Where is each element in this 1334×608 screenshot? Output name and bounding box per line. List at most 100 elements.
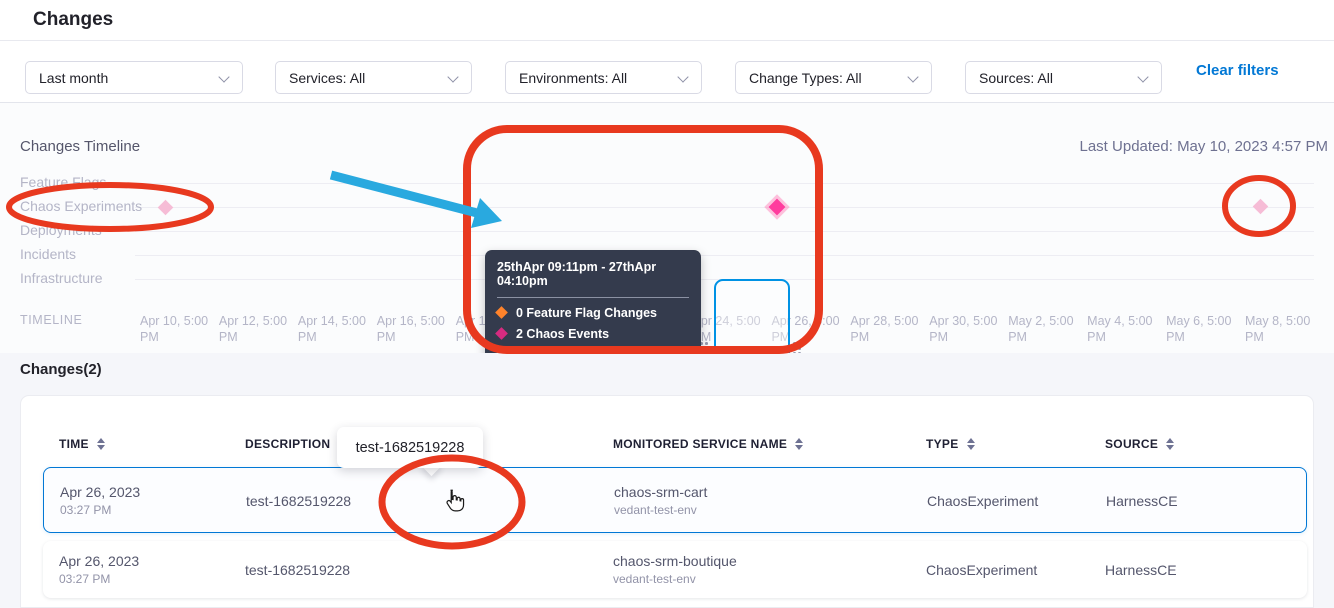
tick-line2: PM [1087,329,1163,345]
cell-source: HarnessCE [1106,493,1178,509]
cell-time: Apr 26, 202303:27 PM [59,553,139,586]
column-header-source[interactable]: SOURCE [1105,437,1174,451]
column-header-description[interactable]: DESCRIPTION [245,437,346,451]
changes-timeline-section: Changes Timeline Last Updated: May 10, 2… [0,103,1334,353]
chevron-down-icon [447,71,458,82]
cell-source: HarnessCE [1105,562,1177,578]
sort-icon [97,438,105,450]
column-header-monitored-service-name[interactable]: MONITORED SERVICE NAME [613,437,803,451]
tick-line1: Apr 30, 5:00 [929,313,1005,329]
tick-line1: May 8, 5:00 [1245,313,1321,329]
timeline-row-label-feature-flags: Feature Flags [20,174,106,190]
tick-line1: May 6, 5:00 [1166,313,1242,329]
tick-line1: May 2, 5:00 [1008,313,1084,329]
cell-monitored-service: chaos-srm-boutiquevedant-test-env [613,553,737,586]
tooltip-date-range: 25thApr 09:11pm - 27thApr 04:10pm [497,260,689,288]
filter-select-last-month[interactable]: Last month [25,61,243,94]
sort-down-arrow [795,445,803,450]
row-service-name: chaos-srm-cart [614,484,707,500]
tick-line2: PM [1166,329,1242,345]
changes-table: TIME DESCRIPTION MONITORED SERVICE NAME TYP… [20,395,1314,608]
column-header-time[interactable]: TIME [59,437,105,451]
timeline-row-label-deployments: Deployments [20,222,102,238]
legend-diamond-icon [495,306,508,319]
timeline-tick: May 2, 5:00PM [1008,313,1084,345]
cell-monitored-service: chaos-srm-cart vedant-test-env [614,484,707,517]
tick-line1: Apr 10, 5:00 [140,313,216,329]
sort-icon [967,438,975,450]
chevron-down-icon [677,71,688,82]
tick-line1: Apr 16, 5:00 [377,313,453,329]
timeline-row-track [135,231,1314,232]
timeline-tick: May 8, 5:00PM [1245,313,1321,345]
timeline-title: Changes Timeline [20,138,140,155]
cell-description: test-1682519228 [246,493,351,509]
column-header-type[interactable]: TYPE [926,437,975,451]
table-row[interactable]: Apr 26, 2023 03:27 PM test-1682519228 chaos… [43,467,1307,533]
chaos-event-marker[interactable] [1252,198,1268,214]
timeline-tick: Apr 28, 5:00PM [850,313,926,345]
clear-filters-link[interactable]: Clear filters [1196,62,1279,79]
timeline-tick: Apr 10, 5:00PM [140,313,216,345]
sort-up-arrow [97,438,105,443]
filter-select-value: Services: All [289,70,365,86]
chaos-event-marker[interactable] [769,199,786,216]
timeline-tick: May 4, 5:00PM [1087,313,1163,345]
sort-up-arrow [1166,438,1174,443]
changes-table-section: Changes(2) TIME DESCRIPTION MONITORED SERV… [0,353,1334,608]
sort-icon [1166,438,1174,450]
description-tooltip: test-1682519228 [337,427,483,468]
tick-line2: PM [219,329,295,345]
chaos-event-marker[interactable] [157,199,173,215]
chevron-down-icon [1137,71,1148,82]
filter-select-value: Environments: All [519,70,627,86]
tick-line1: Apr 14, 5:00 [298,313,374,329]
cell-time: Apr 26, 2023 03:27 PM [60,484,140,517]
legend-diamond-icon [495,327,508,340]
filter-select-services-all[interactable]: Services: All [275,61,472,94]
timeline-row-label-chaos-experiments: Chaos Experiments [20,198,142,214]
column-header-label: TYPE [926,437,959,451]
tick-line2: PM [1245,329,1321,345]
tick-line1: Apr 28, 5:00 [850,313,926,329]
timeline-tick: Apr 16, 5:00PM [377,313,453,345]
timeline-tick: Apr 30, 5:00PM [929,313,1005,345]
tooltip-legend-item: 2 Chaos Events [497,323,689,344]
filter-select-change-types-all[interactable]: Change Types: All [735,61,932,94]
sort-up-arrow [795,438,803,443]
timeline-row-label-incidents: Incidents [20,246,76,262]
sort-up-arrow [967,438,975,443]
row-date: Apr 26, 2023 [59,553,139,569]
filter-select-environments-all[interactable]: Environments: All [505,61,702,94]
timeline-tick: Apr 12, 5:00PM [219,313,295,345]
table-row[interactable]: Apr 26, 202303:27 PMtest-1682519228chaos… [43,541,1307,598]
tick-line2: PM [377,329,453,345]
cell-type: ChaosExperiment [926,562,1037,578]
chevron-down-icon [218,71,229,82]
row-environment: vedant-test-env [614,503,707,517]
page-title: Changes [33,9,113,31]
sort-down-arrow [1166,445,1174,450]
column-header-label: DESCRIPTION [245,437,330,451]
cell-type: ChaosExperiment [927,493,1038,509]
tooltip-legend-item: 0 Feature Flag Changes [497,302,689,323]
timeline-tick: May 6, 5:00PM [1166,313,1242,345]
timeline-row-track [135,207,1314,208]
row-date: Apr 26, 2023 [60,484,140,500]
tooltip-divider [497,297,689,298]
filter-select-value: Last month [39,70,108,86]
timeline-axis-label: TIMELINE [20,313,82,327]
legend-item-label: 0 Feature Flag Changes [516,306,657,320]
tick-line2: PM [298,329,374,345]
description-tooltip-label: test-1682519228 [356,440,465,456]
sort-icon [795,438,803,450]
filter-select-value: Sources: All [979,70,1053,86]
row-time: 03:27 PM [60,503,140,517]
changes-count-heading: Changes(2) [20,361,102,378]
tick-line2: PM [1008,329,1084,345]
filter-select-value: Change Types: All [749,70,862,86]
last-updated-label: Last Updated: May 10, 2023 4:57 PM [1080,138,1329,155]
changes-page: Changes Last month Services: All Environme… [0,0,1334,608]
filter-select-sources-all[interactable]: Sources: All [965,61,1162,94]
column-header-label: TIME [59,437,89,451]
